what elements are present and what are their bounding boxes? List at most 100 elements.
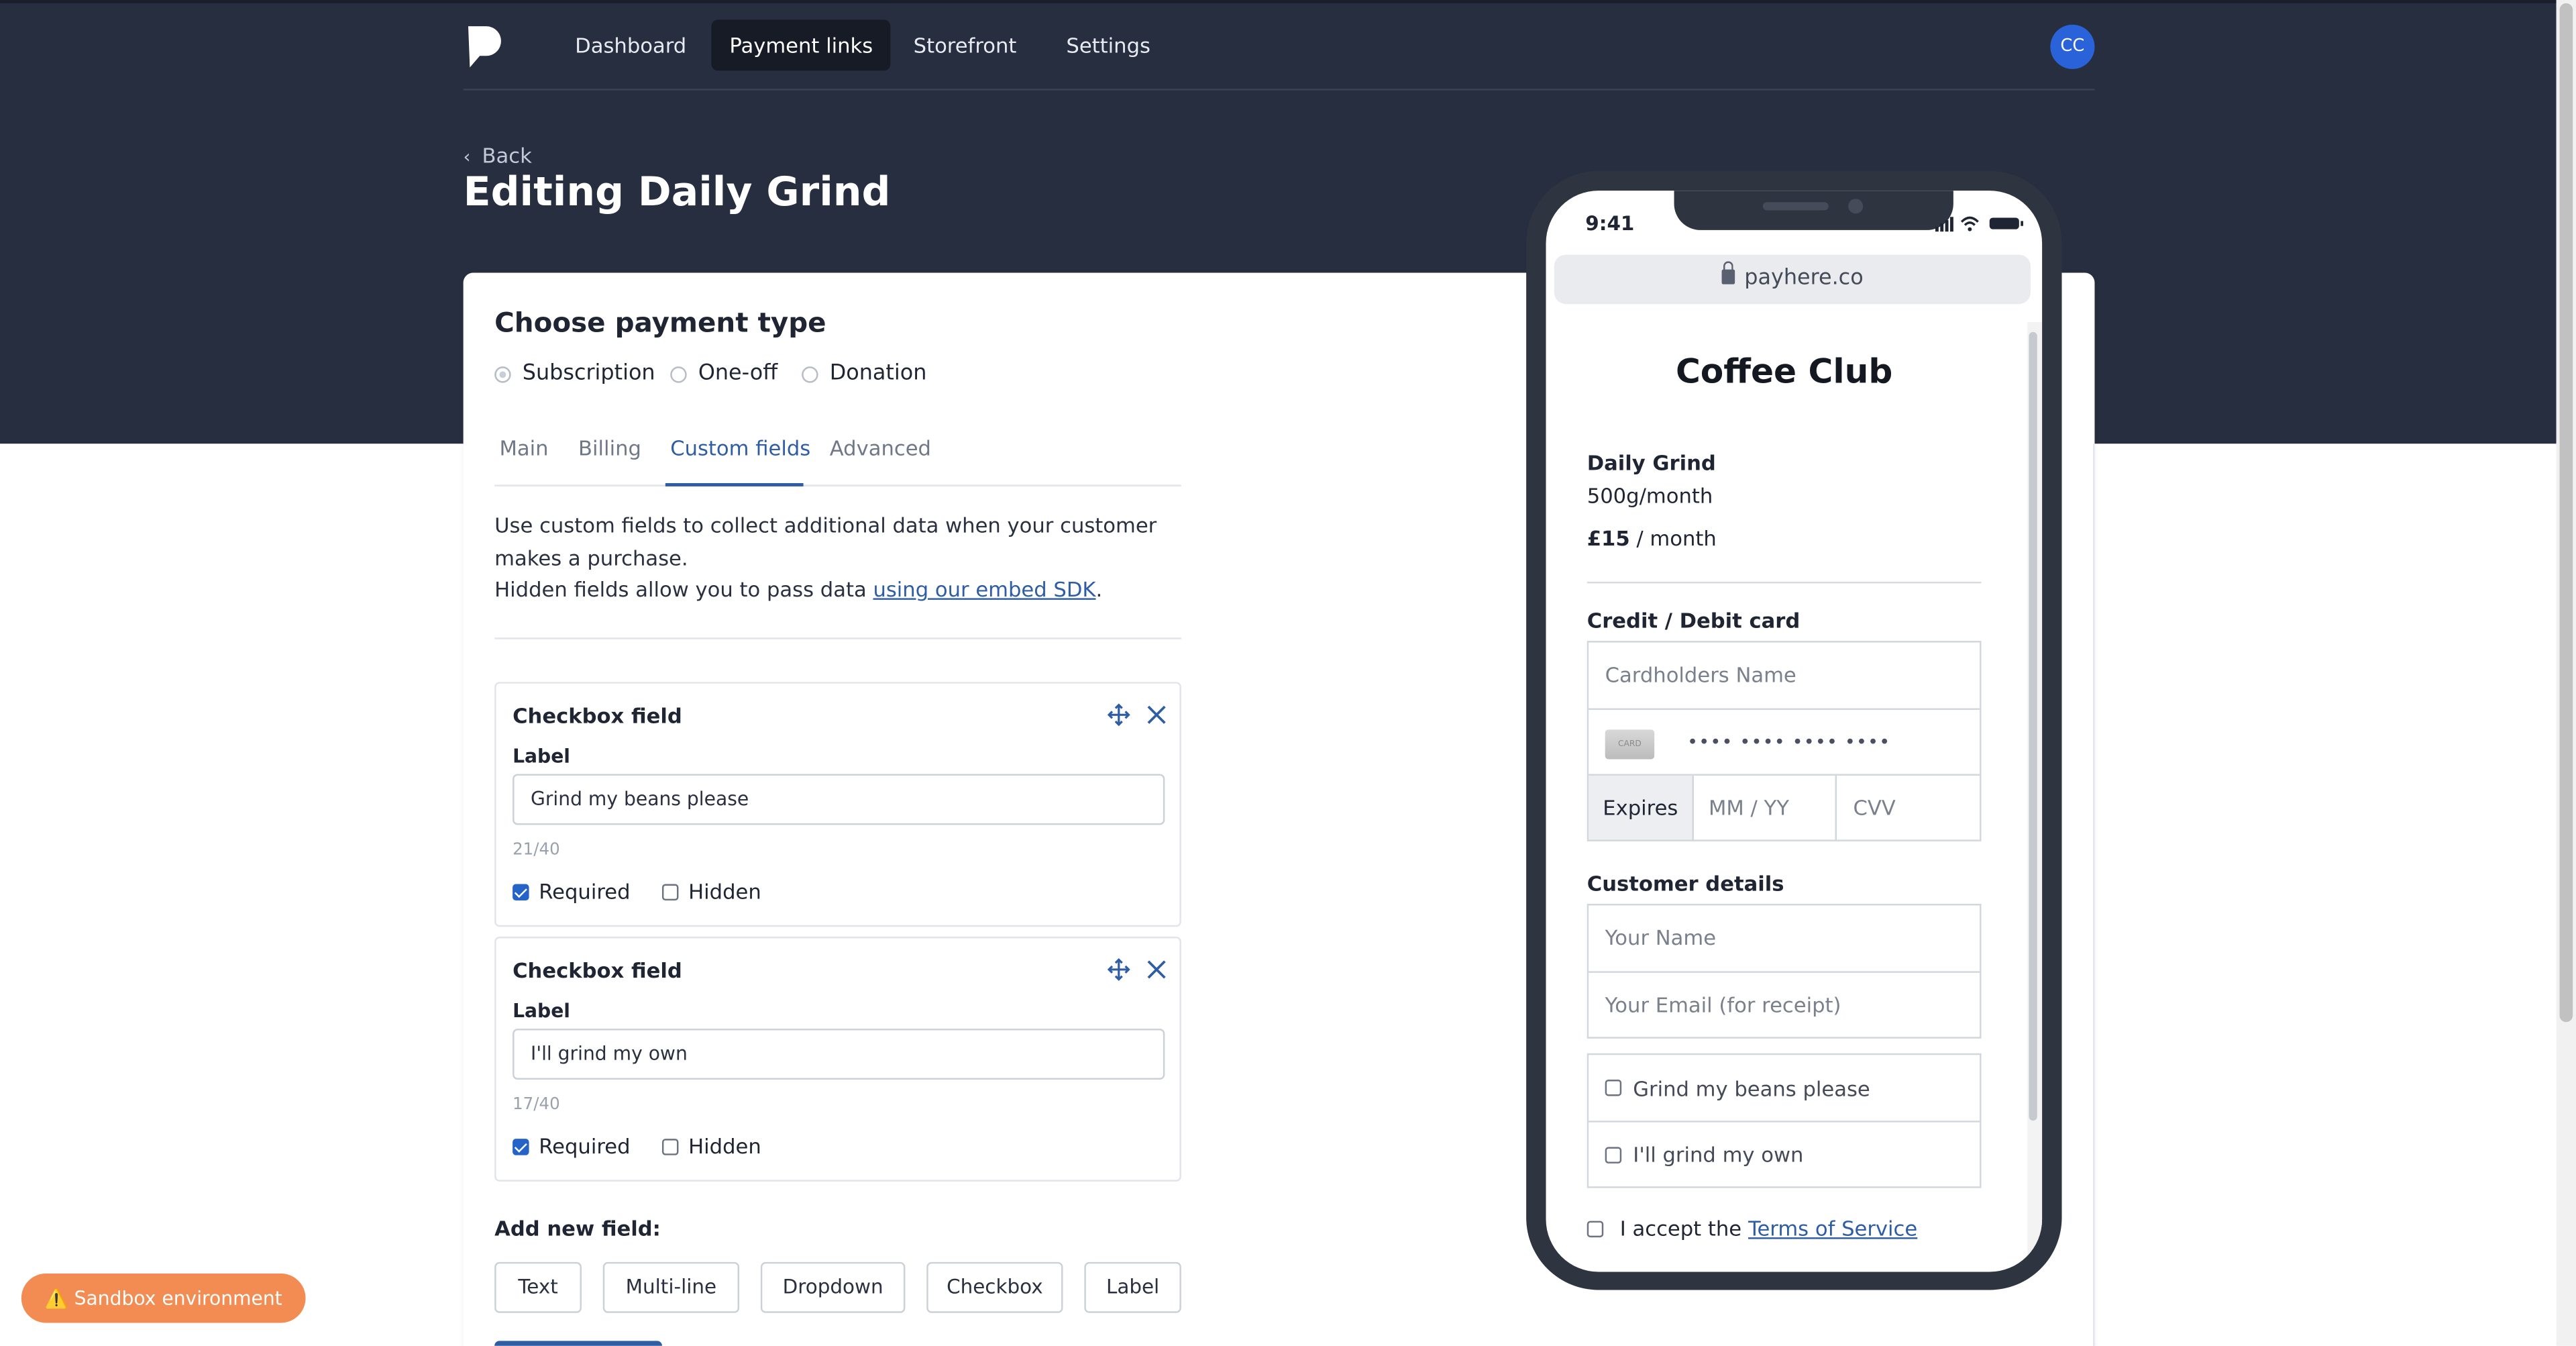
add-checkbox-field-button[interactable]: Checkbox xyxy=(926,1261,1063,1313)
close-icon[interactable] xyxy=(1145,958,1168,981)
radio-button[interactable] xyxy=(494,365,511,382)
shop-name: Coffee Club xyxy=(1675,352,1893,391)
card-section-title: Credit / Debit card xyxy=(1587,608,1801,633)
custom-field-card: Checkbox field Label Grind my beans plea… xyxy=(494,682,1181,927)
hidden-checkbox[interactable]: Hidden xyxy=(661,879,761,904)
camera xyxy=(1848,199,1864,214)
custom-fields-description: Use custom fields to collect additional … xyxy=(494,509,1181,605)
checkbox-label: Required xyxy=(539,879,631,904)
tabs-divider xyxy=(494,484,1181,486)
checkbox[interactable] xyxy=(513,883,529,900)
speaker xyxy=(1762,202,1829,211)
checkbox[interactable] xyxy=(1605,1146,1622,1163)
tab-advanced[interactable]: Advanced xyxy=(830,435,931,460)
phone-preview: 9:41 payhere.co Coffee Club Daily Grind … xyxy=(1526,170,2062,1290)
field-label-input[interactable]: Grind my beans please xyxy=(513,774,1165,825)
checkbox[interactable] xyxy=(661,1137,679,1155)
checkbox-label: Required xyxy=(539,1133,631,1159)
save-button[interactable] xyxy=(494,1341,662,1346)
checkbox[interactable] xyxy=(1587,1220,1604,1237)
back-link[interactable]: ‹ Back xyxy=(464,143,532,168)
nav-dashboard[interactable]: Dashboard xyxy=(557,19,704,70)
move-icon[interactable] xyxy=(1107,703,1130,727)
description-line-1: Use custom fields to collect additional … xyxy=(494,513,1157,570)
checkbox[interactable] xyxy=(1605,1079,1622,1096)
name-input[interactable]: Your Name xyxy=(1589,905,1980,971)
description-line-2-suffix: . xyxy=(1095,576,1103,602)
preview-divider xyxy=(1587,581,1982,584)
card-edge xyxy=(2093,444,2095,1346)
required-checkbox[interactable]: Required xyxy=(513,879,631,904)
preview-checkbox-grind[interactable]: Grind my beans please xyxy=(1589,1055,1980,1121)
lock-icon xyxy=(1721,261,1735,284)
nav-divider xyxy=(463,89,2095,91)
nav-payment-links[interactable]: Payment links xyxy=(711,19,892,71)
payment-type-title: Choose payment type xyxy=(494,307,826,339)
tab-billing[interactable]: Billing xyxy=(578,435,641,460)
embed-sdk-link[interactable]: using our embed SDK xyxy=(873,577,1095,602)
payhere-logo-icon[interactable] xyxy=(464,23,506,69)
customer-form: Your Name Your Email (for receipt) xyxy=(1587,903,1982,1039)
terms-prefix: I accept the xyxy=(1619,1216,1742,1241)
radio-button[interactable] xyxy=(802,365,818,382)
url-text: payhere.co xyxy=(1744,266,1864,291)
checkbox-label: Hidden xyxy=(688,879,761,904)
nav-settings[interactable]: Settings xyxy=(1048,19,1168,70)
radio-label: Subscription xyxy=(522,361,655,386)
terms-of-service-link[interactable]: Terms of Service xyxy=(1748,1216,1917,1241)
browser-url-bar[interactable]: payhere.co xyxy=(1554,254,2031,305)
preview-checkbox-own[interactable]: I'll grind my own xyxy=(1589,1121,1980,1186)
required-checkbox[interactable]: Required xyxy=(513,1133,631,1159)
radio-label: One-off xyxy=(698,361,778,386)
radio-label: Donation xyxy=(829,361,927,386)
field-type-title: Checkbox field xyxy=(513,703,682,728)
status-time: 9:41 xyxy=(1585,211,1635,236)
page-title: Editing Daily Grind xyxy=(463,167,891,215)
add-dropdown-field-button[interactable]: Dropdown xyxy=(760,1261,906,1313)
card-icon: CARD xyxy=(1605,729,1655,760)
add-text-field-button[interactable]: Text xyxy=(494,1261,582,1313)
field-label-input[interactable]: I'll grind my own xyxy=(513,1029,1165,1080)
radio-donation[interactable]: Donation xyxy=(802,362,926,386)
avatar[interactable]: CC xyxy=(2050,24,2095,69)
price-amount: £15 xyxy=(1587,525,1630,551)
close-icon[interactable] xyxy=(1145,703,1168,726)
nav-storefront[interactable]: Storefront xyxy=(896,19,1035,70)
checkbox[interactable] xyxy=(661,883,679,900)
checkbox-label: Hidden xyxy=(688,1133,761,1159)
radio-button[interactable] xyxy=(670,365,687,382)
product-price: £15 / month xyxy=(1587,526,1717,551)
move-icon[interactable] xyxy=(1107,957,1130,981)
product-name: Daily Grind xyxy=(1587,450,1716,475)
status-bar-icons xyxy=(1935,216,2023,232)
radio-subscription[interactable]: Subscription xyxy=(494,362,655,386)
custom-checkbox-group: Grind my beans please I'll grind my own xyxy=(1587,1053,1982,1188)
back-label: Back xyxy=(482,143,532,168)
add-field-title: Add new field: xyxy=(494,1216,661,1241)
checkbox-label: I'll grind my own xyxy=(1633,1142,1804,1167)
card-number-mask: •••• •••• •••• •••• xyxy=(1687,731,1891,753)
field-label-caption: Label xyxy=(513,744,570,768)
tab-main[interactable]: Main xyxy=(499,435,548,460)
card-form: Cardholders Name CARD •••• •••• •••• •••… xyxy=(1587,641,1982,841)
hidden-checkbox[interactable]: Hidden xyxy=(661,1133,761,1159)
radio-one-off[interactable]: One-off xyxy=(670,362,777,386)
add-label-field-button[interactable]: Label xyxy=(1084,1261,1181,1313)
custom-field-card: Checkbox field Label I'll grind my own 1… xyxy=(494,936,1181,1182)
sandbox-environment-badge[interactable]: ⚠️ Sandbox environment xyxy=(21,1273,306,1323)
email-input[interactable]: Your Email (for receipt) xyxy=(1589,971,1980,1037)
active-tab-indicator xyxy=(665,483,804,486)
page-scrollbar[interactable] xyxy=(2559,3,2573,1023)
preview-scrollbar[interactable] xyxy=(2029,331,2037,1121)
expiry-input[interactable]: MM / YY xyxy=(1694,775,1837,840)
cardholder-name-input[interactable]: Cardholders Name xyxy=(1589,643,1980,709)
page: Dashboard Payment links Storefront Setti… xyxy=(0,0,2576,1346)
checkbox[interactable] xyxy=(513,1137,529,1155)
add-multiline-field-button[interactable]: Multi-line xyxy=(602,1261,740,1313)
terms-checkbox[interactable]: I accept the Terms of Service xyxy=(1587,1216,1917,1241)
card-number-input[interactable]: CARD •••• •••• •••• •••• xyxy=(1589,708,1980,774)
character-counter: 17/40 xyxy=(513,1096,560,1115)
tab-custom-fields[interactable]: Custom fields xyxy=(670,435,810,460)
cvv-input[interactable]: CVV xyxy=(1837,776,1982,840)
expires-label: Expires xyxy=(1589,775,1694,840)
